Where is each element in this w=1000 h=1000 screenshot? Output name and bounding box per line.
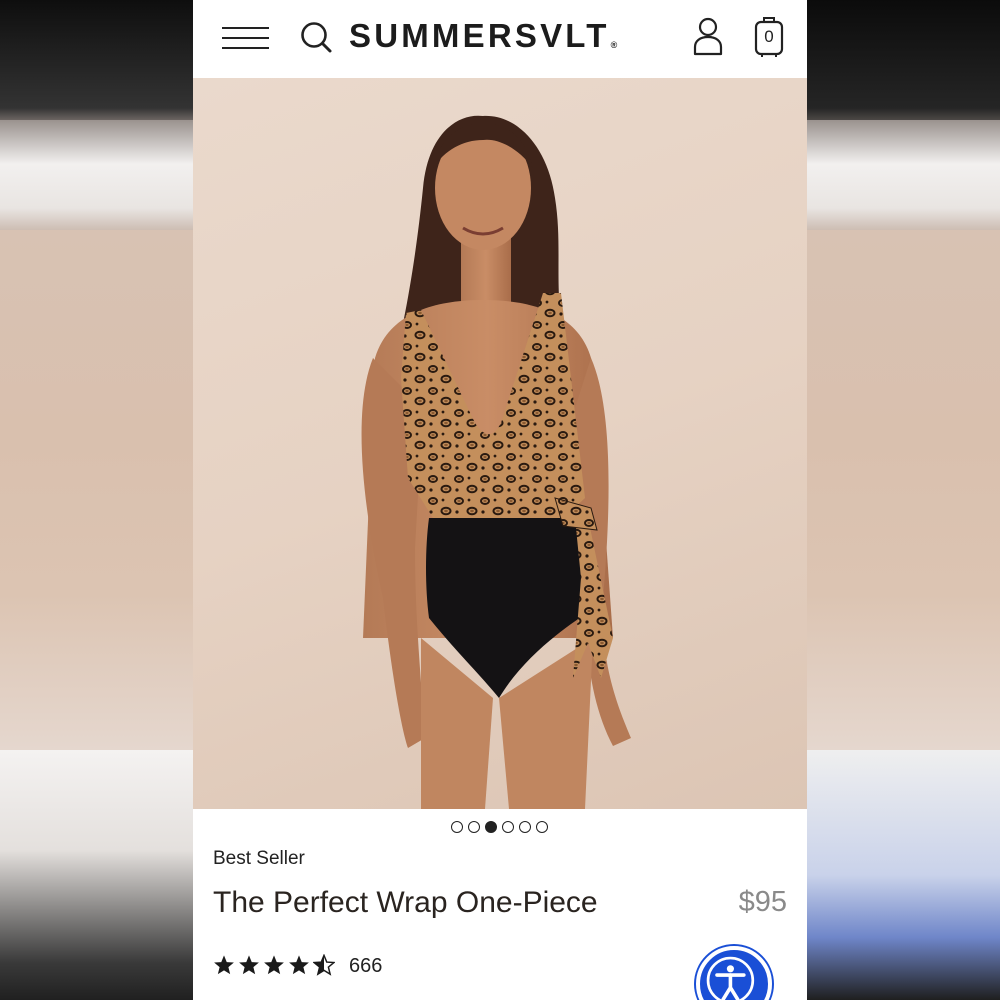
- accessibility-button[interactable]: [696, 946, 772, 1000]
- carousel-dot[interactable]: [536, 821, 548, 833]
- product-title: The Perfect Wrap One-Piece: [213, 886, 598, 919]
- carousel-dot[interactable]: [468, 821, 480, 833]
- backdrop-left: [0, 0, 193, 1000]
- star-icon: [214, 955, 234, 975]
- carousel-dot[interactable]: [519, 821, 531, 833]
- site-header: SUMMERSVLT® 0: [193, 0, 807, 78]
- bag-count: 0: [764, 27, 774, 46]
- carousel-dot-active[interactable]: [485, 821, 497, 833]
- backdrop-right: [807, 0, 1000, 1000]
- model-illustration: [361, 115, 631, 809]
- account-icon[interactable]: [692, 16, 724, 56]
- product-price: $95: [738, 886, 787, 918]
- star-icon: [289, 955, 309, 975]
- review-count[interactable]: 666: [349, 955, 382, 978]
- carousel-indicators: [451, 821, 548, 833]
- product-page: SUMMERSVLT® 0 Best Seller The Perfect Wr…: [193, 0, 807, 1000]
- accessibility-icon: [706, 956, 755, 1000]
- product-badge: Best Seller: [213, 848, 305, 869]
- search-icon[interactable]: [299, 20, 333, 54]
- carousel-dot[interactable]: [451, 821, 463, 833]
- star-icon: [264, 955, 284, 975]
- menu-icon[interactable]: [222, 27, 269, 49]
- brand-logo[interactable]: SUMMERSVLT®: [349, 17, 649, 57]
- star-icon: [239, 955, 259, 975]
- product-image[interactable]: [193, 78, 807, 809]
- rating-stars[interactable]: [213, 954, 335, 976]
- star-half-icon: [313, 954, 335, 976]
- carousel-dot[interactable]: [502, 821, 514, 833]
